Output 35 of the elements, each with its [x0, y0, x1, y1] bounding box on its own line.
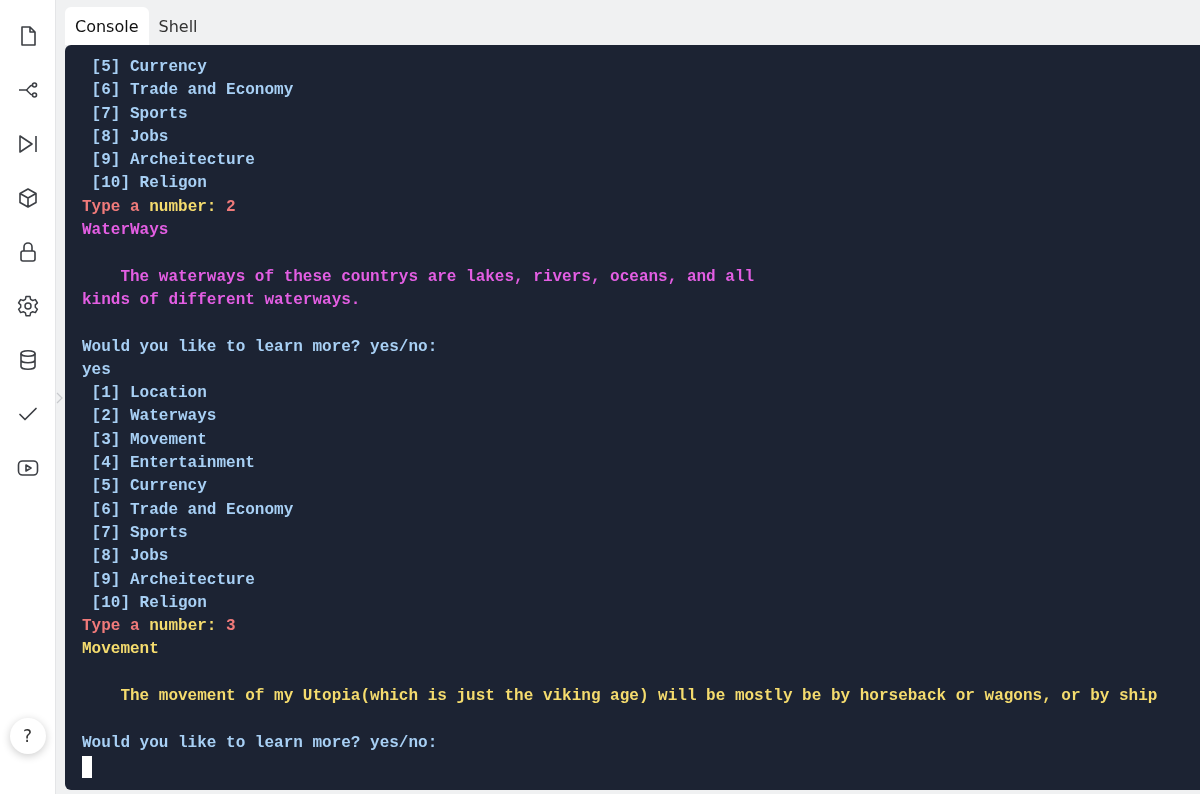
settings-icon[interactable] — [15, 294, 40, 318]
console-text: yes — [82, 360, 111, 379]
console-text: number: — [149, 197, 218, 216]
console-text: [10] Religon — [90, 174, 207, 193]
console-text: [1] Location — [90, 384, 207, 403]
console-text: [5] Currency — [90, 477, 207, 496]
console-text: [8] Jobs — [90, 547, 169, 566]
console-text: [9] Archeitecture — [90, 570, 255, 589]
console-text: [7] Sports — [90, 104, 188, 123]
console-text: [2] Waterways — [90, 407, 217, 426]
console-text: [5] Currency — [90, 58, 207, 76]
console-text: [3] Movement — [90, 430, 207, 449]
console-text: Would you like to learn more? yes/no: — [82, 337, 438, 356]
console-text: [6] Trade and Economy — [90, 81, 294, 100]
console-text: kinds of different waterways. — [82, 290, 361, 309]
console-text: The waterways of these countrys are lakes, rivers, oceans, and all — [119, 267, 755, 286]
help-button[interactable]: ? — [9, 718, 46, 754]
console-text: The movement of my Utopia(which is just the viking age) will be mostly be by horseback or wagons, or by ship — [119, 687, 1158, 705]
console-text: Would you like to learn more? yes/no: — [82, 733, 438, 752]
console-text: [6] Trade and Economy — [90, 500, 294, 519]
console-text: Type a — [82, 617, 141, 636]
console-text: Type a — [82, 197, 141, 216]
console-text: [4] Entertainment — [90, 454, 255, 473]
console-text: 2 — [226, 197, 236, 216]
tab[interactable]: Shell — [148, 7, 208, 45]
console-text: [9] Archeitecture — [90, 151, 255, 170]
console-text: 3 — [226, 617, 236, 636]
console-text: Movement — [82, 640, 159, 659]
tab[interactable]: Console — [65, 7, 149, 45]
text-cursor — [82, 755, 92, 778]
console-text: [10] Religon — [90, 593, 207, 612]
console-text: number: — [149, 617, 218, 636]
console-text: WaterWays — [82, 221, 169, 240]
console-text: [8] Jobs — [90, 127, 169, 146]
console-text: [7] Sports — [90, 523, 188, 542]
